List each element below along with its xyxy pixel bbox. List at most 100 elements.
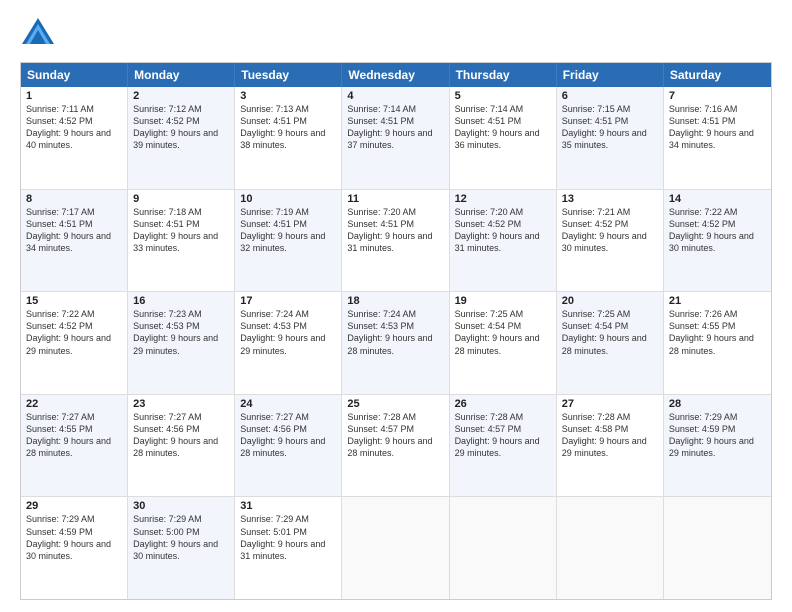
cell-info: Sunrise: 7:26 AMSunset: 4:55 PMDaylight:…	[669, 308, 766, 357]
day-number: 6	[562, 90, 658, 102]
day-number: 24	[240, 398, 336, 410]
day-number: 4	[347, 90, 443, 102]
day-number: 27	[562, 398, 658, 410]
logo-icon	[20, 16, 56, 52]
day-cell-25: 25Sunrise: 7:28 AMSunset: 4:57 PMDayligh…	[342, 395, 449, 497]
day-cell-15: 15Sunrise: 7:22 AMSunset: 4:52 PMDayligh…	[21, 292, 128, 394]
day-cell-12: 12Sunrise: 7:20 AMSunset: 4:52 PMDayligh…	[450, 190, 557, 292]
day-number: 28	[669, 398, 766, 410]
cell-info: Sunrise: 7:27 AMSunset: 4:56 PMDaylight:…	[240, 411, 336, 460]
day-number: 30	[133, 500, 229, 512]
day-cell-7: 7Sunrise: 7:16 AMSunset: 4:51 PMDaylight…	[664, 87, 771, 189]
week-row-3: 15Sunrise: 7:22 AMSunset: 4:52 PMDayligh…	[21, 292, 771, 395]
cell-info: Sunrise: 7:24 AMSunset: 4:53 PMDaylight:…	[240, 308, 336, 357]
cell-info: Sunrise: 7:20 AMSunset: 4:52 PMDaylight:…	[455, 206, 551, 255]
header-cell-monday: Monday	[128, 63, 235, 87]
cell-info: Sunrise: 7:18 AMSunset: 4:51 PMDaylight:…	[133, 206, 229, 255]
day-cell-23: 23Sunrise: 7:27 AMSunset: 4:56 PMDayligh…	[128, 395, 235, 497]
cell-info: Sunrise: 7:22 AMSunset: 4:52 PMDaylight:…	[669, 206, 766, 255]
day-cell-21: 21Sunrise: 7:26 AMSunset: 4:55 PMDayligh…	[664, 292, 771, 394]
empty-cell	[664, 497, 771, 599]
calendar-header: SundayMondayTuesdayWednesdayThursdayFrid…	[21, 63, 771, 87]
day-number: 18	[347, 295, 443, 307]
cell-info: Sunrise: 7:11 AMSunset: 4:52 PMDaylight:…	[26, 103, 122, 152]
day-cell-31: 31Sunrise: 7:29 AMSunset: 5:01 PMDayligh…	[235, 497, 342, 599]
cell-info: Sunrise: 7:14 AMSunset: 4:51 PMDaylight:…	[347, 103, 443, 152]
header-cell-tuesday: Tuesday	[235, 63, 342, 87]
day-number: 29	[26, 500, 122, 512]
day-number: 15	[26, 295, 122, 307]
day-cell-26: 26Sunrise: 7:28 AMSunset: 4:57 PMDayligh…	[450, 395, 557, 497]
day-number: 23	[133, 398, 229, 410]
empty-cell	[342, 497, 449, 599]
week-row-4: 22Sunrise: 7:27 AMSunset: 4:55 PMDayligh…	[21, 395, 771, 498]
day-cell-6: 6Sunrise: 7:15 AMSunset: 4:51 PMDaylight…	[557, 87, 664, 189]
day-cell-5: 5Sunrise: 7:14 AMSunset: 4:51 PMDaylight…	[450, 87, 557, 189]
cell-info: Sunrise: 7:20 AMSunset: 4:51 PMDaylight:…	[347, 206, 443, 255]
day-number: 25	[347, 398, 443, 410]
week-row-1: 1Sunrise: 7:11 AMSunset: 4:52 PMDaylight…	[21, 87, 771, 190]
day-cell-16: 16Sunrise: 7:23 AMSunset: 4:53 PMDayligh…	[128, 292, 235, 394]
header-cell-thursday: Thursday	[450, 63, 557, 87]
cell-info: Sunrise: 7:25 AMSunset: 4:54 PMDaylight:…	[562, 308, 658, 357]
cell-info: Sunrise: 7:29 AMSunset: 5:01 PMDaylight:…	[240, 513, 336, 562]
cell-info: Sunrise: 7:12 AMSunset: 4:52 PMDaylight:…	[133, 103, 229, 152]
cell-info: Sunrise: 7:27 AMSunset: 4:56 PMDaylight:…	[133, 411, 229, 460]
header-cell-friday: Friday	[557, 63, 664, 87]
day-cell-11: 11Sunrise: 7:20 AMSunset: 4:51 PMDayligh…	[342, 190, 449, 292]
day-number: 1	[26, 90, 122, 102]
cell-info: Sunrise: 7:28 AMSunset: 4:57 PMDaylight:…	[455, 411, 551, 460]
day-number: 13	[562, 193, 658, 205]
day-cell-13: 13Sunrise: 7:21 AMSunset: 4:52 PMDayligh…	[557, 190, 664, 292]
day-number: 2	[133, 90, 229, 102]
day-number: 19	[455, 295, 551, 307]
day-cell-8: 8Sunrise: 7:17 AMSunset: 4:51 PMDaylight…	[21, 190, 128, 292]
day-cell-18: 18Sunrise: 7:24 AMSunset: 4:53 PMDayligh…	[342, 292, 449, 394]
cell-info: Sunrise: 7:29 AMSunset: 5:00 PMDaylight:…	[133, 513, 229, 562]
cell-info: Sunrise: 7:21 AMSunset: 4:52 PMDaylight:…	[562, 206, 658, 255]
day-number: 16	[133, 295, 229, 307]
week-row-5: 29Sunrise: 7:29 AMSunset: 4:59 PMDayligh…	[21, 497, 771, 599]
day-cell-3: 3Sunrise: 7:13 AMSunset: 4:51 PMDaylight…	[235, 87, 342, 189]
day-cell-10: 10Sunrise: 7:19 AMSunset: 4:51 PMDayligh…	[235, 190, 342, 292]
day-cell-19: 19Sunrise: 7:25 AMSunset: 4:54 PMDayligh…	[450, 292, 557, 394]
day-number: 7	[669, 90, 766, 102]
day-cell-27: 27Sunrise: 7:28 AMSunset: 4:58 PMDayligh…	[557, 395, 664, 497]
day-number: 8	[26, 193, 122, 205]
day-cell-4: 4Sunrise: 7:14 AMSunset: 4:51 PMDaylight…	[342, 87, 449, 189]
day-cell-2: 2Sunrise: 7:12 AMSunset: 4:52 PMDaylight…	[128, 87, 235, 189]
day-number: 22	[26, 398, 122, 410]
cell-info: Sunrise: 7:15 AMSunset: 4:51 PMDaylight:…	[562, 103, 658, 152]
day-cell-28: 28Sunrise: 7:29 AMSunset: 4:59 PMDayligh…	[664, 395, 771, 497]
day-number: 20	[562, 295, 658, 307]
cell-info: Sunrise: 7:17 AMSunset: 4:51 PMDaylight:…	[26, 206, 122, 255]
cell-info: Sunrise: 7:24 AMSunset: 4:53 PMDaylight:…	[347, 308, 443, 357]
day-cell-9: 9Sunrise: 7:18 AMSunset: 4:51 PMDaylight…	[128, 190, 235, 292]
cell-info: Sunrise: 7:27 AMSunset: 4:55 PMDaylight:…	[26, 411, 122, 460]
day-number: 11	[347, 193, 443, 205]
cell-info: Sunrise: 7:19 AMSunset: 4:51 PMDaylight:…	[240, 206, 336, 255]
cell-info: Sunrise: 7:25 AMSunset: 4:54 PMDaylight:…	[455, 308, 551, 357]
week-row-2: 8Sunrise: 7:17 AMSunset: 4:51 PMDaylight…	[21, 190, 771, 293]
header-cell-wednesday: Wednesday	[342, 63, 449, 87]
day-number: 26	[455, 398, 551, 410]
day-number: 3	[240, 90, 336, 102]
day-number: 21	[669, 295, 766, 307]
cell-info: Sunrise: 7:29 AMSunset: 4:59 PMDaylight:…	[669, 411, 766, 460]
page: SundayMondayTuesdayWednesdayThursdayFrid…	[0, 0, 792, 612]
cell-info: Sunrise: 7:13 AMSunset: 4:51 PMDaylight:…	[240, 103, 336, 152]
day-cell-14: 14Sunrise: 7:22 AMSunset: 4:52 PMDayligh…	[664, 190, 771, 292]
logo	[20, 16, 62, 52]
header	[20, 16, 772, 52]
day-cell-29: 29Sunrise: 7:29 AMSunset: 4:59 PMDayligh…	[21, 497, 128, 599]
cell-info: Sunrise: 7:29 AMSunset: 4:59 PMDaylight:…	[26, 513, 122, 562]
day-number: 17	[240, 295, 336, 307]
day-number: 31	[240, 500, 336, 512]
cell-info: Sunrise: 7:22 AMSunset: 4:52 PMDaylight:…	[26, 308, 122, 357]
day-number: 9	[133, 193, 229, 205]
header-cell-saturday: Saturday	[664, 63, 771, 87]
day-number: 5	[455, 90, 551, 102]
day-cell-1: 1Sunrise: 7:11 AMSunset: 4:52 PMDaylight…	[21, 87, 128, 189]
empty-cell	[450, 497, 557, 599]
day-cell-20: 20Sunrise: 7:25 AMSunset: 4:54 PMDayligh…	[557, 292, 664, 394]
